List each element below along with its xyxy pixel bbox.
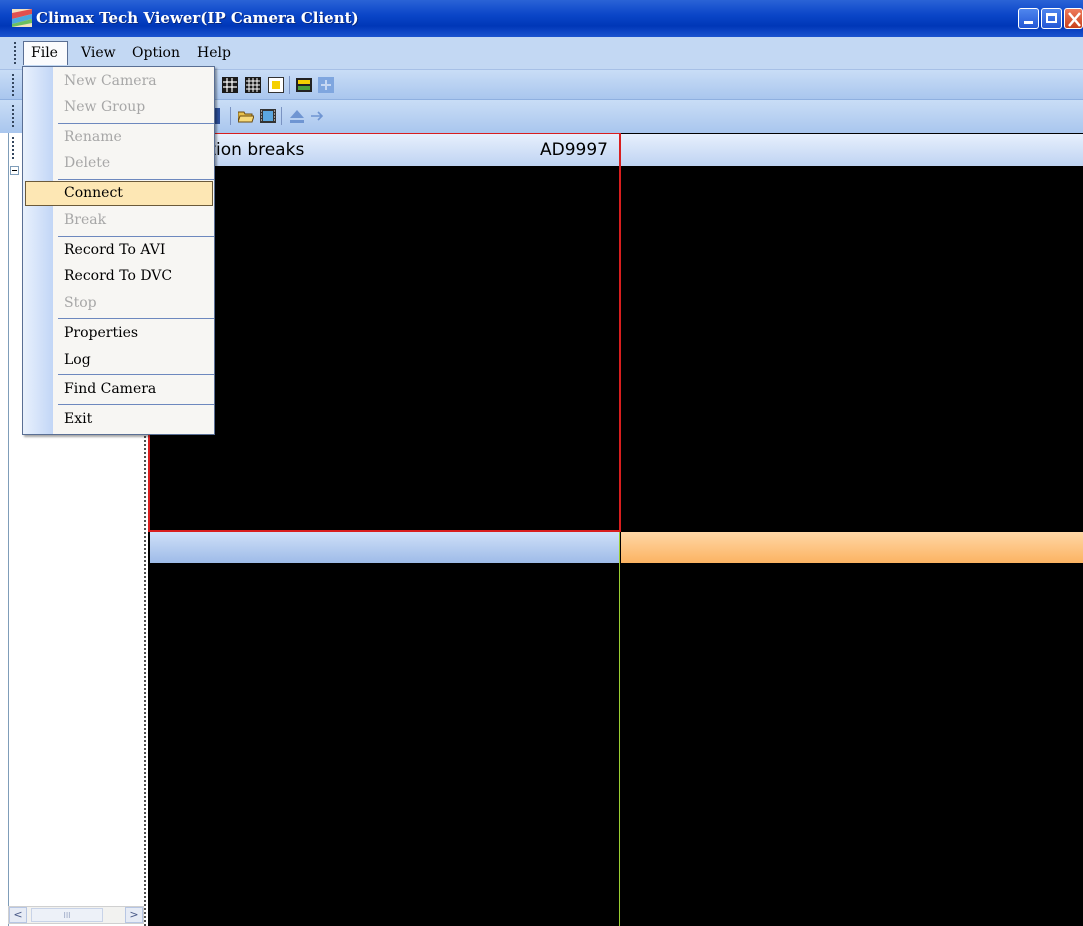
toolbar-separator bbox=[289, 76, 290, 94]
scroll-thumb[interactable]: III bbox=[31, 908, 103, 922]
pane1-border-bottom bbox=[148, 530, 620, 532]
menu-record-dvc[interactable]: Record To DVC bbox=[64, 268, 172, 284]
menu-log[interactable]: Log bbox=[64, 352, 91, 368]
minimize-icon bbox=[1024, 21, 1033, 24]
pane1-border-top bbox=[148, 133, 620, 134]
menu-file[interactable]: File bbox=[31, 45, 58, 61]
toolbar1-grip[interactable] bbox=[12, 74, 16, 96]
pane3-header[interactable] bbox=[150, 532, 619, 563]
close-icon bbox=[1068, 12, 1081, 27]
scroll-left-button[interactable]: < bbox=[9, 907, 27, 923]
scroll-right-button[interactable]: > bbox=[125, 907, 143, 923]
open-folder-icon[interactable] bbox=[237, 108, 255, 124]
maximize-button[interactable] bbox=[1041, 8, 1062, 29]
menu-help[interactable]: Help bbox=[197, 45, 231, 61]
menu-icon-strip bbox=[23, 67, 53, 434]
pane4-video[interactable] bbox=[621, 563, 1083, 926]
tree-collapse-icon[interactable] bbox=[10, 166, 19, 175]
app-icon bbox=[12, 9, 32, 27]
close-button[interactable] bbox=[1064, 8, 1083, 29]
pane4-header-selected[interactable] bbox=[621, 532, 1083, 563]
menu-record-avi[interactable]: Record To AVI bbox=[64, 242, 165, 258]
menu-break[interactable]: Break bbox=[64, 212, 106, 228]
menu-new-group[interactable]: New Group bbox=[64, 99, 145, 115]
grid-disabled-icon[interactable] bbox=[318, 77, 334, 93]
menu-properties[interactable]: Properties bbox=[64, 325, 138, 341]
pane2-header[interactable] bbox=[621, 134, 1083, 166]
menu-delete[interactable]: Delete bbox=[64, 155, 110, 171]
menu-separator bbox=[58, 179, 214, 180]
arrow-right-disabled-icon[interactable] bbox=[309, 108, 325, 124]
menu-new-camera[interactable]: New Camera bbox=[64, 73, 157, 89]
pane1-camera-model: AD9997 bbox=[540, 140, 608, 160]
pane-divider bbox=[619, 532, 620, 926]
menu-separator bbox=[58, 318, 214, 319]
eject-disabled-icon[interactable] bbox=[289, 108, 305, 124]
layout-16-icon[interactable] bbox=[245, 77, 261, 93]
minimize-button[interactable] bbox=[1018, 8, 1039, 29]
horizontal-scrollbar[interactable]: < III > bbox=[8, 906, 144, 924]
menu-option[interactable]: Option bbox=[132, 45, 180, 61]
menubar-grip[interactable] bbox=[14, 42, 18, 64]
pane1-border-right bbox=[619, 133, 621, 532]
toolbar-separator bbox=[281, 107, 282, 125]
toolbar2-grip[interactable] bbox=[12, 105, 16, 127]
menu-view[interactable]: View bbox=[81, 45, 116, 61]
filmstrip-icon[interactable] bbox=[260, 108, 276, 124]
screen-icon[interactable] bbox=[296, 77, 312, 93]
pane2-video[interactable] bbox=[621, 166, 1083, 532]
layout-9-icon[interactable] bbox=[222, 77, 238, 93]
fullscreen-icon[interactable] bbox=[268, 77, 284, 93]
pane1-status: ction breaks bbox=[200, 140, 305, 160]
window-title: Climax Tech Viewer(IP Camera Client) bbox=[36, 9, 359, 27]
menu-separator bbox=[58, 236, 214, 237]
menu-stop[interactable]: Stop bbox=[64, 295, 97, 311]
menu-rename[interactable]: Rename bbox=[64, 129, 122, 145]
maximize-icon bbox=[1046, 13, 1057, 23]
menu-separator bbox=[58, 123, 214, 124]
menu-connect[interactable]: Connect bbox=[64, 185, 123, 201]
menu-exit[interactable]: Exit bbox=[64, 411, 92, 427]
toolbar-separator bbox=[230, 107, 231, 125]
menu-separator bbox=[58, 404, 214, 405]
menu-separator bbox=[58, 374, 214, 375]
pane1-video[interactable] bbox=[150, 166, 619, 530]
pane3-video[interactable] bbox=[150, 563, 619, 926]
menu-find-camera[interactable]: Find Camera bbox=[64, 381, 156, 397]
panel-grip[interactable] bbox=[12, 137, 16, 159]
